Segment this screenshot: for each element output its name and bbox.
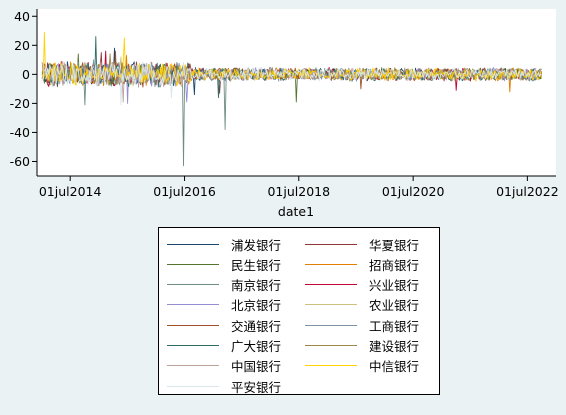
legend-label: 中国银行 (231, 359, 282, 375)
legend-label: 南京银行 (231, 278, 282, 294)
chart: 40 20 0 -20 -40 -60 01jul2014 01jul2016 01jul201… (0, 0, 566, 415)
legend-item: 华夏银行 (305, 234, 419, 254)
legend-item: 中信银行 (305, 356, 419, 376)
legend-item: 招商银行 (305, 254, 419, 274)
legend-label: 招商银行 (369, 257, 420, 273)
x-tick-label: 01jul2020 (382, 184, 445, 199)
legend-swatch (305, 243, 357, 245)
x-tick-label: 01jul2016 (153, 184, 216, 199)
legend-label: 平安银行 (231, 379, 282, 395)
legend-item: 交通银行 (167, 315, 281, 335)
legend-label: 中信银行 (369, 359, 420, 375)
legend-label: 北京银行 (231, 298, 282, 314)
y-tick-label: 40 (14, 9, 30, 24)
legend-swatch (305, 304, 357, 306)
legend-item: 北京银行 (167, 295, 281, 315)
y-tick-label: -20 (10, 96, 30, 111)
legend-swatch (167, 304, 219, 306)
x-tick-label: 01jul2014 (39, 184, 102, 199)
legend-swatch (167, 345, 219, 346)
legend-item: 南京银行 (167, 275, 281, 295)
legend-item: 兴业银行 (305, 275, 419, 295)
legend-label: 兴业银行 (369, 278, 420, 294)
y-tick-label: 20 (14, 38, 30, 53)
y-tick-label: -40 (10, 125, 30, 140)
legend-label: 民生银行 (231, 257, 282, 273)
legend-swatch (305, 345, 357, 346)
legend-swatch (167, 324, 219, 326)
legend-item: 中国银行 (167, 356, 281, 376)
legend-label: 交通银行 (231, 318, 282, 334)
legend-swatch (167, 284, 219, 286)
legend-item: 广大银行 (167, 336, 281, 356)
legend-swatch (167, 365, 219, 367)
legend-item: 平安银行 (167, 376, 281, 396)
legend-label: 建设银行 (369, 339, 420, 354)
legend-swatch (305, 263, 357, 265)
legend-item: 浦发银行 (167, 234, 281, 254)
x-tick-label: 01jul2018 (267, 184, 330, 199)
y-tick-label: -60 (10, 154, 30, 169)
legend-item: 民生银行 (167, 254, 281, 274)
legend-label: 华夏银行 (369, 237, 420, 253)
legend: 浦发银行 华夏银行民生银行 招商银行南京银行 兴业银行北京银行 农业银行交通银行 工商银行… (158, 227, 440, 395)
legend-swatch (305, 324, 357, 326)
legend-swatch (167, 243, 219, 245)
legend-label: 农业银行 (369, 298, 420, 314)
legend-item: 建设银行 (305, 336, 419, 356)
plot-area: 40 20 0 -20 -40 -60 01jul2014 01jul2016 01jul201… (10, 9, 559, 219)
x-tick-label: 01jul2022 (496, 184, 559, 199)
legend-swatch (167, 263, 219, 265)
x-axis-label: date1 (278, 204, 314, 219)
legend-label: 浦发银行 (231, 237, 282, 253)
legend-item: 工商银行 (305, 315, 419, 335)
legend-label: 广大银行 (231, 339, 282, 354)
legend-swatch (305, 365, 357, 367)
legend-label: 工商银行 (369, 318, 420, 334)
legend-swatch (167, 385, 219, 387)
legend-item: 农业银行 (305, 295, 419, 315)
y-tick-label: 0 (22, 67, 30, 82)
legend-swatch (305, 284, 357, 286)
